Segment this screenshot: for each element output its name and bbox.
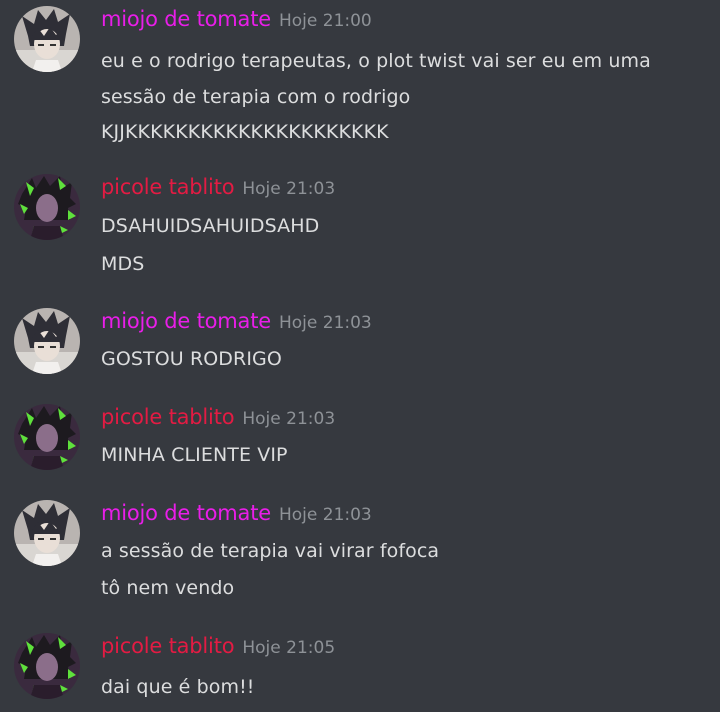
avatar[interactable] [14, 308, 80, 374]
message-text: KJJKKKKKKKKKKKKKKKKKKKKK [101, 121, 389, 143]
timestamp: Hoje 21:05 [242, 638, 336, 658]
timestamp: Hoje 21:03 [242, 409, 336, 429]
username[interactable]: miojo de tomate [101, 501, 271, 525]
user-avatar-icon [14, 6, 80, 72]
message-text: a sessão de terapia vai virar fofoca [101, 540, 440, 562]
user-avatar-icon [14, 308, 80, 374]
message-header: miojo de tomate Hoje 21:03 [101, 306, 372, 338]
message-text: tô nem vendo [101, 577, 235, 599]
avatar[interactable] [14, 633, 80, 699]
message-header: picole tablito Hoje 21:03 [101, 172, 335, 204]
timestamp: Hoje 21:03 [278, 505, 372, 525]
message-text: DSAHUIDSAHUIDSAHD [101, 215, 320, 237]
avatar[interactable] [14, 500, 80, 566]
message-text: GOSTOU RODRIGO [101, 348, 282, 370]
username[interactable]: picole tablito [101, 405, 235, 429]
message-text: MDS [101, 253, 145, 275]
user-avatar-icon [14, 500, 80, 566]
avatar[interactable] [14, 404, 80, 470]
message-header: picole tablito Hoje 21:03 [101, 402, 335, 434]
message-text: dai que é bom!! [101, 676, 255, 698]
timestamp: Hoje 21:03 [278, 313, 372, 333]
message-text: eu e o rodrigo terapeutas, o plot twist … [101, 50, 651, 72]
username[interactable]: picole tablito [101, 634, 235, 658]
username[interactable]: miojo de tomate [101, 7, 271, 31]
timestamp: Hoje 21:00 [278, 11, 372, 31]
message-text: MINHA CLIENTE VIP [101, 444, 288, 466]
avatar[interactable] [14, 174, 80, 240]
user-avatar-icon [14, 174, 80, 240]
timestamp: Hoje 21:03 [242, 179, 336, 199]
username[interactable]: miojo de tomate [101, 309, 271, 333]
username[interactable]: picole tablito [101, 175, 235, 199]
avatar[interactable] [14, 6, 80, 72]
message-text: sessão de terapia com o rodrigo [101, 86, 411, 108]
message-header: miojo de tomate Hoje 21:03 [101, 498, 372, 530]
user-avatar-icon [14, 404, 80, 470]
message-header: picole tablito Hoje 21:05 [101, 631, 335, 663]
message-header: miojo de tomate Hoje 21:00 [101, 4, 372, 36]
user-avatar-icon [14, 633, 80, 699]
